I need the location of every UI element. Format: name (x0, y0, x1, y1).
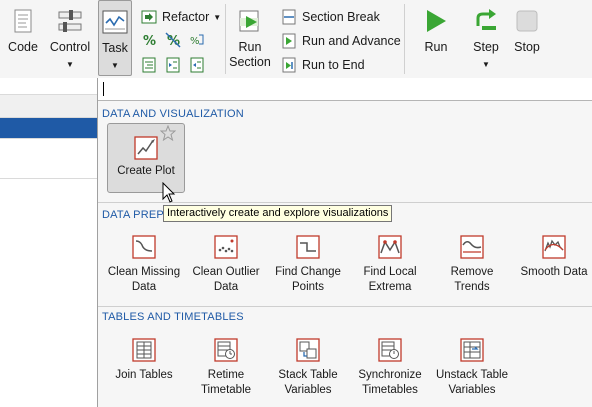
find-change-points-icon (296, 235, 320, 259)
retime-timetable-item[interactable]: Retime Timetable (186, 338, 266, 398)
run-section-label: Run Section (229, 40, 271, 69)
run-to-end-icon (282, 57, 296, 73)
unstack-table-variables-item[interactable]: Unstack Table Variables (432, 338, 512, 398)
run-section-icon (239, 10, 259, 32)
remove-trends-label: Remove Trends (450, 266, 494, 293)
task-icon (102, 10, 128, 34)
run-icon (427, 10, 446, 32)
toolbar-separator (225, 4, 226, 74)
stop-label: Stop (514, 40, 540, 54)
run-section-button[interactable]: Run Section (228, 0, 272, 76)
join-tables-label: Join Tables (115, 369, 173, 381)
clean-missing-data-label: Clean Missing Data (107, 266, 181, 293)
task-button[interactable]: Task ▼ (98, 0, 132, 76)
clean-missing-data-icon (132, 235, 156, 259)
mouse-cursor-icon (162, 182, 176, 203)
clean-outlier-data-label: Clean Outlier Data (192, 266, 260, 293)
task-label: Task (102, 41, 128, 55)
clean-outlier-data-item[interactable]: Clean Outlier Data (186, 235, 266, 295)
remove-trends-item[interactable]: Remove Trends (432, 235, 512, 295)
create-plot-tooltip: Interactively create and explore visuali… (163, 205, 393, 222)
remove-trends-icon (460, 235, 484, 259)
section-break-icon (282, 9, 296, 25)
retime-timetable-label: Retime Timetable (200, 369, 252, 396)
step-icon (476, 9, 496, 30)
create-plot-label: Create Plot (117, 165, 175, 177)
find-local-extrema-icon (378, 235, 402, 259)
find-change-points-item[interactable]: Find Change Points (268, 235, 348, 295)
stack-table-variables-icon (296, 338, 320, 362)
synchronize-timetables-label: Synchronize Timetables (358, 369, 422, 396)
section-header-data-visualization: DATA AND VISUALIZATION (102, 108, 244, 120)
stop-icon (516, 10, 538, 32)
join-tables-icon (132, 338, 156, 362)
join-tables-item[interactable]: Join Tables (104, 338, 184, 383)
smart-indent-icon[interactable] (141, 57, 157, 73)
section-header-tables-timetables: TABLES AND TIMETABLES (102, 311, 244, 323)
increase-indent-icon[interactable] (165, 57, 181, 73)
run-and-advance-button[interactable]: Run and Advance (281, 31, 401, 51)
stack-table-variables-label: Stack Table Variables (278, 369, 338, 396)
svg-text:%: % (143, 34, 156, 48)
run-button[interactable]: Run (418, 0, 454, 76)
run-and-advance-label: Run and Advance (302, 34, 401, 48)
task-gallery-panel: DATA AND VISUALIZATION Create Plot DATA … (97, 78, 592, 407)
decrease-indent-icon[interactable] (189, 57, 205, 73)
code-label: Code (8, 40, 38, 54)
refactor-icon (141, 10, 157, 24)
retime-timetable-icon (214, 338, 238, 362)
svg-text:%: % (190, 36, 200, 47)
code-button[interactable]: Code (4, 0, 42, 76)
refactor-dropdown-arrow[interactable]: ▼ (213, 13, 221, 22)
control-button[interactable]: Control ▼ (46, 0, 94, 76)
task-dropdown-arrow[interactable]: ▼ (111, 61, 119, 70)
smooth-data-label: Smooth Data (520, 266, 588, 278)
toolstrip: Code Control ▼ Task ▼ Refactor ▼ % % Run… (0, 0, 592, 79)
refactor-label: Refactor (162, 10, 210, 24)
section-break-button[interactable]: Section Break (281, 7, 380, 27)
run-and-advance-icon (282, 33, 296, 49)
wrap-comments-icon[interactable]: % (189, 32, 205, 48)
editor-divider (0, 138, 97, 139)
step-label: Step (473, 40, 499, 54)
find-local-extrema-label: Find Local Extrema (363, 266, 417, 293)
step-button[interactable]: Step ▼ (468, 0, 504, 76)
star-icon[interactable] (160, 125, 176, 141)
step-dropdown-arrow[interactable]: ▼ (482, 60, 490, 69)
unstack-table-variables-icon (460, 338, 484, 362)
editor-selected-row[interactable] (0, 118, 97, 138)
create-plot-icon (134, 136, 158, 160)
clean-missing-data-item[interactable]: Clean Missing Data (104, 235, 184, 295)
refactor-button[interactable]: Refactor ▼ (141, 7, 221, 27)
section-divider (98, 306, 592, 307)
smooth-data-item[interactable]: Smooth Data (514, 235, 592, 280)
control-label: Control (49, 40, 91, 54)
section-header-data-preprocessing: DATA PREPR (102, 209, 173, 221)
code-icon (14, 9, 32, 33)
find-change-points-label: Find Change Points (275, 266, 341, 293)
unstack-table-variables-label: Unstack Table Variables (435, 369, 509, 396)
section-break-label: Section Break (302, 10, 380, 24)
control-dropdown-arrow[interactable]: ▼ (66, 60, 74, 69)
smooth-data-icon (542, 235, 566, 259)
synchronize-timetables-item[interactable]: Synchronize Timetables (350, 338, 430, 398)
control-icon (58, 10, 82, 32)
run-to-end-label: Run to End (302, 58, 365, 72)
editor-pane[interactable] (0, 78, 97, 407)
uncomment-icon[interactable]: % (165, 32, 181, 48)
text-caret (103, 82, 104, 96)
comment-percent-icon[interactable]: % (141, 32, 157, 48)
toolbar-separator (404, 4, 405, 74)
synchronize-timetables-icon (378, 338, 402, 362)
task-search-input[interactable] (98, 78, 592, 101)
editor-address-bar[interactable] (0, 94, 97, 118)
editor-divider (0, 178, 97, 179)
run-to-end-button[interactable]: Run to End (281, 55, 365, 75)
stack-table-variables-item[interactable]: Stack Table Variables (268, 338, 348, 398)
find-local-extrema-item[interactable]: Find Local Extrema (350, 235, 430, 295)
clean-outlier-data-icon (214, 235, 238, 259)
run-label: Run (424, 40, 448, 54)
stop-button[interactable]: Stop (509, 0, 545, 76)
